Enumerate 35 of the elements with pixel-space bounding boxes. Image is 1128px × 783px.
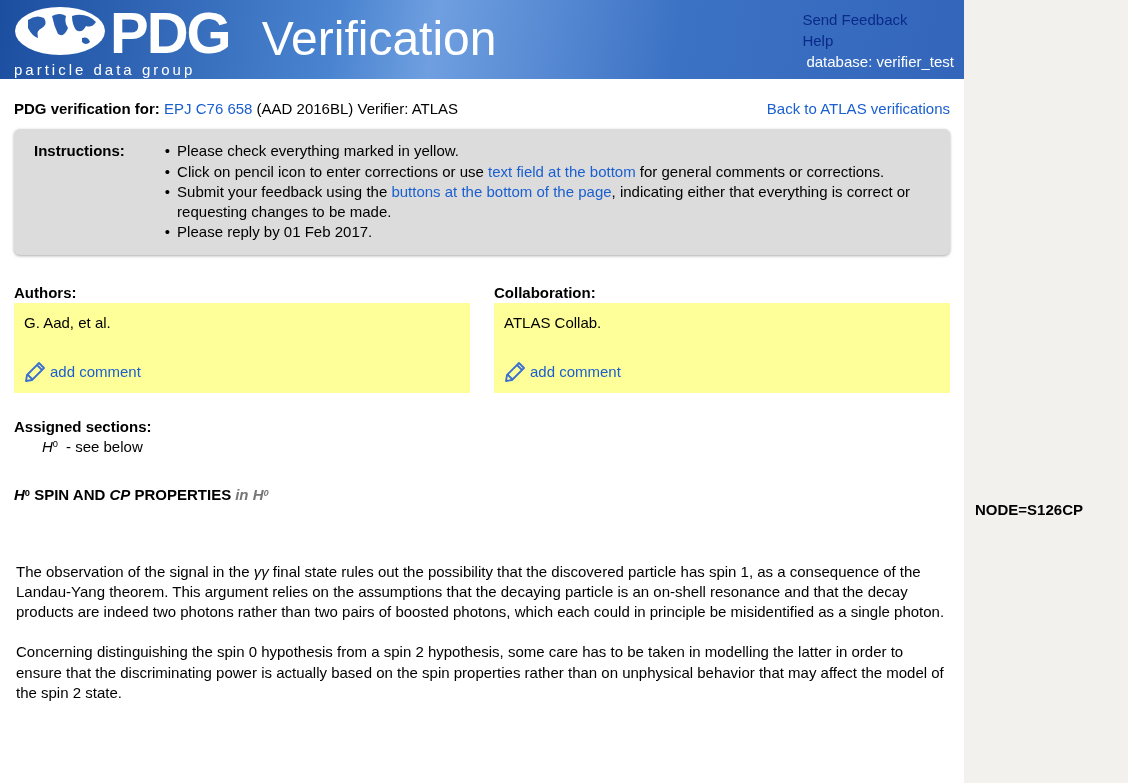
verification-line: PDG verification for: EPJ C76 658 (AAD 2016BL) Verifier: ATLAS xyxy=(14,99,459,119)
logo-subtitle: particle data group xyxy=(14,62,197,77)
field-label: Authors: xyxy=(14,282,78,303)
logo-text: PDG xyxy=(110,4,230,62)
section-symbol: H$^{0}$ xyxy=(42,437,58,457)
database-label: database: verifier_test xyxy=(805,52,954,72)
reference-link[interactable]: EPJ C76 658 xyxy=(164,100,253,117)
node-label: NODE=S126CP xyxy=(975,501,1083,518)
page-title: Verification xyxy=(261,11,497,68)
bullet-marker: • xyxy=(164,222,171,243)
field-value: G. Aad, et al. xyxy=(24,312,112,333)
link[interactable]: text field at the bottom xyxy=(488,162,636,180)
assigned-label: Assigned sections: xyxy=(14,416,153,437)
section-context: in H$^{0}$ xyxy=(235,485,269,506)
field-value: ATLAS Collab. xyxy=(504,312,603,333)
section-note: - see below xyxy=(66,437,143,457)
add-comment-link[interactable]: add comment xyxy=(50,361,141,382)
link[interactable]: buttons at the bottom of the page xyxy=(391,182,612,200)
bullet-marker: • xyxy=(164,141,171,162)
pencil-icon[interactable] xyxy=(24,360,46,383)
instructions-label: Instructions: xyxy=(34,141,125,162)
instruction-item: Please reply by 01 Feb 2017. xyxy=(177,222,373,243)
bullet-marker: • xyxy=(164,161,171,182)
instruction-item: Submit your feedback using the buttons at the bottom of the page, indicating either that everything is correct or requesting changes to be made. xyxy=(177,181,912,222)
instruction-item: Click on pencil icon to enter corrections or use text field at the bottom for general comments or corrections. xyxy=(177,161,885,182)
paragraph: Concerning distinguishing the spin 0 hypothesis from a spin 2 hypothesis, some care has to be taken in modelling the latter in order to ensure that the discriminating power is actually based on the spin properties rather than on unphysical behavior that may affect the model of the spin 2 state. xyxy=(16,642,945,703)
paragraph: The observation of the signal in the γγ final state rules out the possibility that the discovered particle has spin 1, as a consequence of the Landau-Yang theorem. This argument relies on the assumptions that the decaying particle is an on-shell resonance and that the decay products are indeed two photons rather than two pairs of boosted photons, which each could in principle be misidentified as a single photon. xyxy=(16,561,946,622)
section-title: H$^{0}$ SPIN AND CP PROPERTIES xyxy=(14,485,232,506)
field-label: Collaboration: xyxy=(494,282,597,303)
add-comment-link[interactable]: add comment xyxy=(530,361,621,382)
bullet-marker: • xyxy=(164,181,171,202)
back-link[interactable]: Back to ATLAS verifications xyxy=(766,99,950,120)
pencil-icon[interactable] xyxy=(504,360,526,383)
globe-icon xyxy=(14,6,106,56)
instruction-item: Please check everything marked in yellow. xyxy=(177,141,459,162)
